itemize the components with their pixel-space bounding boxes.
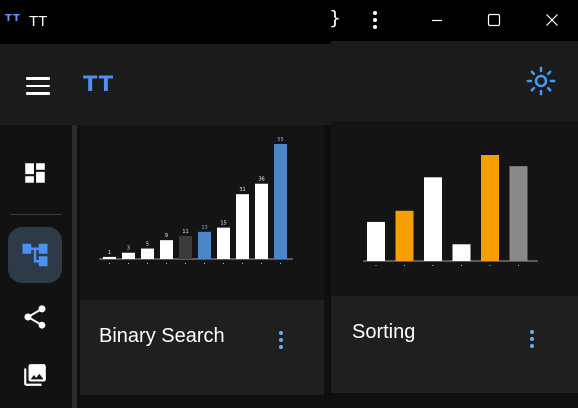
thumb-bar-label: 55 [277,137,283,143]
thumb-bar [160,240,173,259]
thumb-bar-label: 36 [258,177,264,183]
thumb-bar [122,252,135,259]
thumb-tick [147,263,148,264]
rail-item-tree[interactable] [8,227,62,283]
thumb-bar-label: 13 [201,225,207,231]
rail-item-gallery[interactable] [8,347,62,403]
maximize-icon [487,13,501,27]
rail-item-dashboard[interactable] [8,145,62,201]
left-app-window: TT TT TT 1 3 5 9 11 13 15 31 36 55 Binar… [0,0,331,408]
navigation-rail [0,125,72,408]
thumb-bar-label: 9 [165,233,168,239]
thumb-bar-label: 11 [182,229,188,235]
close-button[interactable] [538,8,566,32]
more-vert-icon[interactable] [275,331,287,353]
thumb-tick [223,263,224,264]
thumb-bar [274,144,287,259]
thumb-tick [261,263,262,264]
thumb-bar [452,244,471,261]
account-tree-icon [22,243,48,267]
app-title: TT [83,72,115,96]
rail-item-graph[interactable] [8,289,62,345]
thumb-tick [128,263,129,264]
thumb-bar [217,227,230,259]
thumb-bar [255,183,268,259]
card-sorting[interactable]: Sorting [331,121,578,393]
thumb-tick [489,265,491,266]
more-vert-icon[interactable] [372,11,378,29]
sorting-thumbnail [331,121,578,296]
thumb-tick [204,263,205,264]
thumb-bar-label: 1 [108,250,111,256]
thumb-tick [404,265,405,266]
window-title-bar[interactable]: } [331,0,578,41]
photo-library-icon [24,364,46,386]
card-title: Binary Search [99,325,225,347]
thumb-tick [432,265,434,266]
hamburger-icon[interactable] [26,77,50,95]
dashboard-icon [25,163,45,183]
content-grid: Sorting [331,121,578,408]
minimize-button[interactable] [423,8,451,32]
thumb-bar [179,236,192,259]
thumb-tick [518,265,519,266]
thumb-tick [242,263,243,264]
right-app-window: } Sorting [331,0,578,408]
thumb-tick [109,263,110,264]
thumb-bar [481,155,499,261]
thumb-bar [509,166,528,261]
window-app-logo: TT [5,13,21,24]
light-mode-icon[interactable] [526,66,556,96]
close-icon [546,14,558,26]
thumb-bar [424,177,442,261]
minimize-icon [432,19,442,22]
thumb-bar [103,256,116,259]
maximize-button[interactable] [480,8,508,32]
thumb-bar-label: 15 [220,221,226,227]
window-title-bar[interactable]: TT TT [0,0,331,44]
thumb-bar [141,248,154,259]
app-bar: TT [0,44,331,125]
share-icon [24,305,46,329]
thumb-bar [395,210,414,261]
thumb-bar-label: 5 [146,242,149,248]
thumb-bar [367,221,385,261]
thumb-bar-label: 3 [127,246,130,252]
content-grid: 1 3 5 9 11 13 15 31 36 55 Binary Search [77,125,331,408]
thumb-tick [375,265,377,266]
brace-glyph: } [331,7,341,29]
app-bar [331,41,578,121]
thumb-bar [198,231,211,259]
thumb-tick [280,263,281,264]
thumb-tick [461,265,462,266]
binary-search-thumbnail: 1359111315313655 [80,125,324,300]
thumb-bar [236,194,249,259]
card-binary-search[interactable]: 1 3 5 9 11 13 15 31 36 55 Binary Search [80,125,324,395]
more-vert-icon[interactable] [526,330,538,352]
thumb-tick [166,263,167,264]
thumb-tick [185,263,186,264]
window-title: TT [29,13,48,30]
rail-divider [10,214,62,215]
thumb-bar-label: 31 [239,187,245,193]
card-title: Sorting [352,321,416,343]
